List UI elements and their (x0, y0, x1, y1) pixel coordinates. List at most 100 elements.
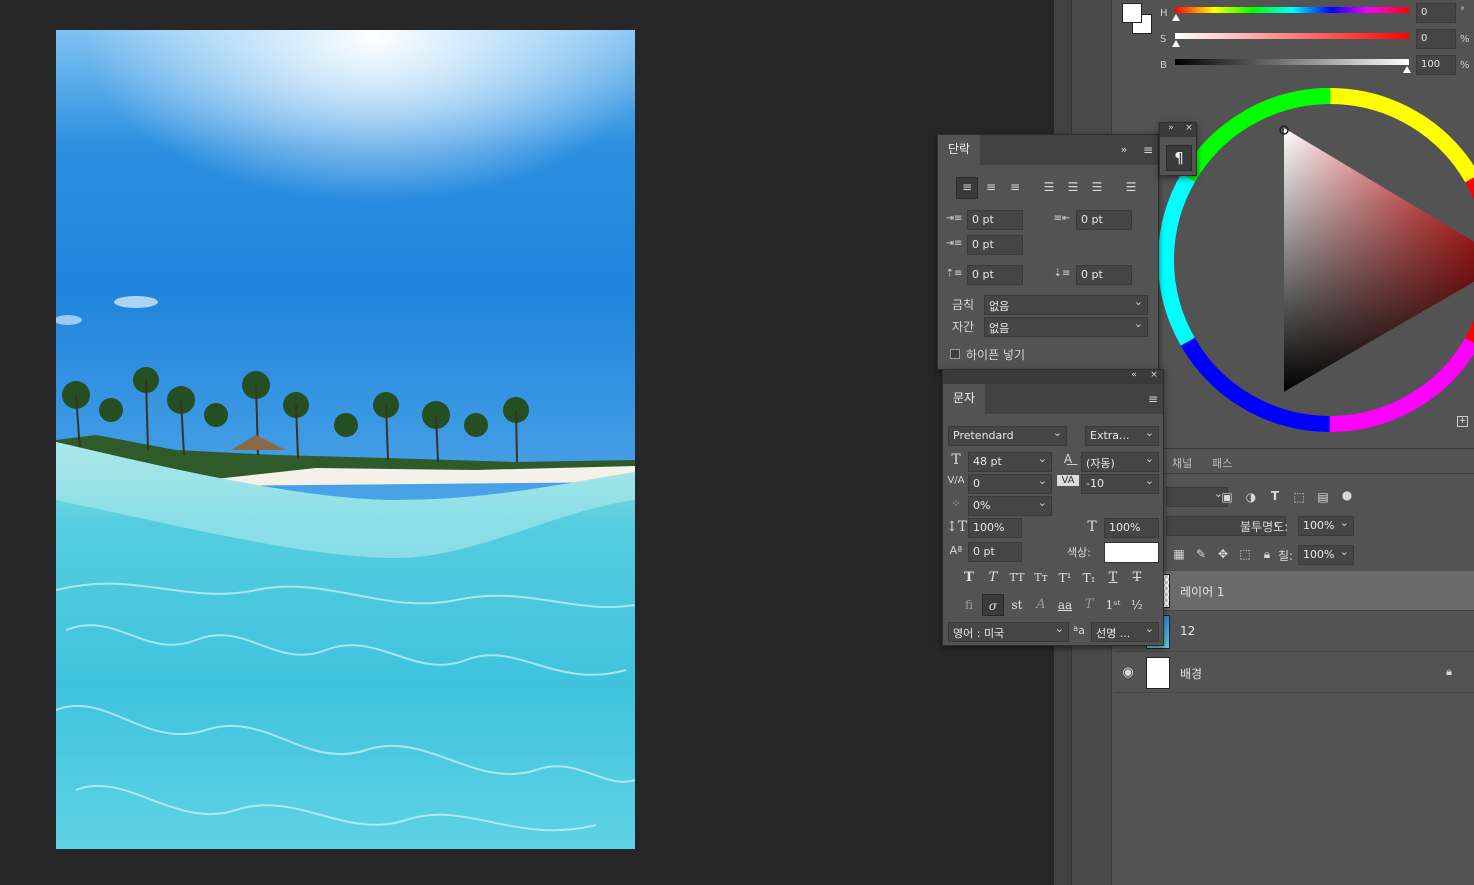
kinsoku-dropdown[interactable]: 없음 (984, 295, 1148, 315)
font-size-icon: T (951, 452, 961, 468)
discretionary-ligatures-icon[interactable]: st (1006, 594, 1028, 616)
text-color-swatch[interactable] (1104, 542, 1159, 563)
subscript-icon[interactable]: T₁ (1078, 567, 1100, 589)
hyphenate-label: 하이픈 넣기 (966, 348, 1026, 362)
ligatures-icon[interactable]: ﬁ (958, 594, 980, 616)
lock-all-icon[interactable]: 🔒︎ (1260, 547, 1274, 562)
lock-artboard-icon[interactable]: ⬚ (1238, 547, 1252, 561)
opacity-input[interactable]: 100% (1298, 516, 1354, 536)
lock-image-icon[interactable]: ✎ (1194, 547, 1208, 561)
tab-paths[interactable]: 패스 (1212, 455, 1232, 471)
filter-pixel-icon[interactable]: ▣ (1220, 490, 1234, 504)
add-swatch-icon[interactable]: + (1457, 416, 1468, 427)
filter-toggle-icon[interactable]: ● (1340, 488, 1354, 502)
paragraph-tabbar: 단락 » ≡ (938, 135, 1158, 165)
stylistic-alternates-icon[interactable]: aa (1054, 594, 1076, 616)
tab-channels[interactable]: 채널 (1172, 455, 1192, 471)
layer-thumbnail (1146, 657, 1170, 689)
paragraph-pilcrow-icon[interactable]: ¶ (1166, 145, 1192, 171)
leading-input[interactable]: (자동) (1081, 452, 1159, 472)
justify-last-right-icon[interactable]: ☰ (1086, 180, 1108, 194)
panel-collapse-icon[interactable]: » (1118, 143, 1130, 156)
justify-last-center-icon[interactable]: ☰ (1062, 180, 1084, 194)
layer-filter-dropdown[interactable] (1166, 487, 1228, 507)
justify-all-icon[interactable]: ☰ (1120, 180, 1142, 194)
space-after-input[interactable]: 0 pt (1076, 265, 1132, 285)
indent-right-input[interactable]: 0 pt (1076, 210, 1132, 230)
brightness-slider-handle[interactable] (1403, 66, 1411, 73)
all-caps-icon[interactable]: TT (1006, 567, 1028, 589)
saturation-slider[interactable] (1175, 33, 1409, 39)
font-style-dropdown[interactable]: Extra... (1085, 426, 1159, 446)
brightness-input[interactable]: 100 (1416, 55, 1456, 75)
layer-row-background[interactable]: ◉ 배경 🔒︎ (1114, 653, 1474, 693)
color-wheel[interactable] (1158, 88, 1474, 438)
antialias-dropdown[interactable]: 선명 ... (1091, 622, 1159, 642)
antialias-icon: aa (1073, 624, 1085, 637)
hue-slider-handle[interactable] (1172, 14, 1180, 21)
fill-input[interactable]: 100% (1298, 545, 1354, 565)
kinsoku-label: 금칙 (952, 298, 975, 312)
expand-panel-icon[interactable]: » (1166, 123, 1176, 133)
close-panel-icon[interactable]: × (1149, 370, 1159, 380)
fractions-icon[interactable]: ½ (1126, 594, 1148, 616)
justify-last-left-icon[interactable]: ☰ (1038, 180, 1060, 194)
faux-italic-icon[interactable]: T (982, 567, 1004, 589)
old-style-icon[interactable]: σ (982, 594, 1004, 616)
close-panel-icon[interactable]: × (1184, 123, 1194, 133)
indent-first-line-input[interactable]: 0 pt (967, 235, 1023, 255)
saturation-slider-handle[interactable] (1172, 40, 1180, 47)
foreground-color-swatch-front[interactable] (1122, 3, 1142, 23)
font-family-dropdown[interactable]: Pretendard (948, 426, 1067, 446)
layer-row-layer1[interactable]: 레이어 1 (1114, 571, 1474, 611)
collapse-panel-icon[interactable]: « (1129, 370, 1139, 380)
filter-type-icon[interactable]: T (1268, 489, 1282, 503)
filter-shape-icon[interactable]: ⬚ (1292, 490, 1306, 504)
document-workspace[interactable] (0, 0, 1054, 885)
baseline-shift-input[interactable]: 0 pt (968, 542, 1022, 562)
panel-menu-icon[interactable]: ≡ (1147, 392, 1159, 406)
kerning-input[interactable]: 0 (968, 474, 1052, 494)
filter-adjustment-icon[interactable]: ◑ (1244, 490, 1258, 504)
mojikumi-dropdown[interactable]: 없음 (984, 317, 1148, 337)
saturation-input[interactable]: 0 (1416, 29, 1456, 49)
hue-input[interactable]: 0 (1416, 3, 1456, 23)
small-caps-icon[interactable]: Tт (1030, 567, 1052, 589)
filter-smart-object-icon[interactable]: ▤ (1316, 490, 1330, 504)
underline-icon[interactable]: T (1102, 567, 1124, 589)
tab-paragraph[interactable]: 단락 (938, 135, 981, 165)
align-center-icon[interactable]: ≡ (980, 180, 1002, 194)
align-right-icon[interactable]: ≡ (1004, 180, 1026, 194)
ordinals-icon[interactable]: 1ˢᵗ (1102, 594, 1124, 616)
titling-alternates-icon[interactable]: T (1078, 594, 1100, 616)
faux-bold-icon[interactable]: T (958, 567, 980, 589)
saturation-label: S (1160, 34, 1167, 45)
hue-slider[interactable] (1175, 7, 1409, 13)
hue-label: H (1160, 8, 1168, 19)
lock-transparency-icon[interactable]: ▦ (1172, 547, 1186, 561)
layer-name: 배경 (1180, 667, 1203, 681)
tsume-input[interactable]: 0% (968, 496, 1052, 516)
layer-row-12[interactable]: 12 (1114, 612, 1474, 652)
antialias-label: a (1078, 624, 1085, 637)
strikethrough-icon[interactable]: T (1126, 567, 1148, 589)
space-before-input[interactable]: 0 pt (967, 265, 1023, 285)
swash-icon[interactable]: A (1030, 594, 1052, 616)
superscript-icon[interactable]: T¹ (1054, 567, 1076, 589)
tracking-input[interactable]: -10 (1081, 474, 1159, 494)
horizontal-scale-input[interactable]: 100% (1104, 518, 1159, 538)
character-panel-header: « × (943, 370, 1163, 384)
language-dropdown[interactable]: 영어 : 미국 (948, 622, 1069, 642)
indent-left-input[interactable]: 0 pt (967, 210, 1023, 230)
hyphenate-checkbox[interactable] (950, 349, 960, 359)
brightness-slider[interactable] (1175, 59, 1409, 65)
font-size-input[interactable]: 48 pt (968, 452, 1052, 472)
align-left-icon: ≡ (961, 180, 973, 194)
lock-position-icon[interactable]: ✥ (1216, 547, 1230, 561)
brightness-unit: % (1460, 60, 1470, 71)
tab-character[interactable]: 문자 (943, 384, 986, 414)
visibility-eye-icon[interactable]: ◉ (1120, 665, 1136, 680)
vertical-scale-input[interactable]: 100% (968, 518, 1022, 538)
document-canvas-image[interactable] (56, 30, 635, 849)
panel-menu-icon[interactable]: ≡ (1142, 143, 1154, 157)
